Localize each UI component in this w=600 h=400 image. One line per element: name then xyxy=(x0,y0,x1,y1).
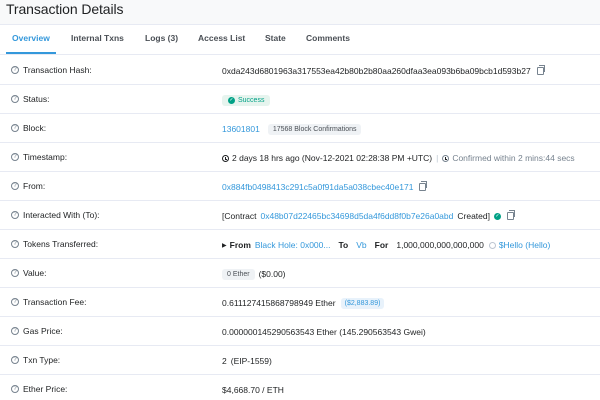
row-label: From: xyxy=(23,181,46,191)
row-label: Gas Price: xyxy=(23,326,63,336)
row-ether-price: ? Ether Price: $4,668.70 / ETH xyxy=(0,375,600,400)
row-timestamp: ? Timestamp: 2 days 18 hrs ago (Nov-12-2… xyxy=(0,143,600,172)
token-from-link[interactable]: Black Hole: 0x000... xyxy=(255,240,331,250)
row-label: Transaction Fee: xyxy=(23,297,87,307)
block-number-link[interactable]: 13601801 xyxy=(222,124,260,134)
caret-right-icon: ▶ xyxy=(222,242,227,249)
row-block: ? Block: 13601801 17568 Block Confirmati… xyxy=(0,114,600,143)
row-label: Tokens Transferred: xyxy=(23,239,99,249)
token-amount: 1,000,000,000,000,000 xyxy=(396,240,484,250)
help-icon[interactable]: ? xyxy=(11,356,19,364)
transaction-hash-value: 0xda243d6801963a317553ea42b80b2b80aa260d… xyxy=(222,66,531,76)
row-txn-type: ? Txn Type: 2 (EIP-1559) xyxy=(0,346,600,375)
tab-overview[interactable]: Overview xyxy=(12,33,50,43)
gas-price-value: 0.000000145290563543 Ether (145.29056354… xyxy=(222,327,426,337)
help-icon[interactable]: ? xyxy=(11,66,19,74)
row-value: $4,668.70 / ETH xyxy=(222,381,284,399)
row-transaction-hash: ? Transaction Hash: 0xda243d6801963a3175… xyxy=(0,56,600,85)
row-value: 2 days 18 hrs ago (Nov-12-2021 02:28:38 … xyxy=(222,149,575,167)
help-icon[interactable]: ? xyxy=(11,153,19,161)
check-circle-icon: ✓ xyxy=(228,96,235,104)
row-tokens-transferred: ? Tokens Transferred: ▶ From Black Hole:… xyxy=(0,230,600,259)
active-tab-indicator xyxy=(6,52,56,54)
row-label: Interacted With (To): xyxy=(23,210,100,220)
row-from: ? From: 0x884fb0498413c291c5a0f91da5a038… xyxy=(0,172,600,201)
ether-value-badge: 0 Ether xyxy=(222,268,255,280)
txn-type-label: (EIP-1559) xyxy=(230,356,272,366)
txn-type-value: 2 xyxy=(222,356,227,366)
timestamp-value: 2 days 18 hrs ago (Nov-12-2021 02:28:38 … xyxy=(232,153,433,163)
row-gas-price: ? Gas Price: 0.000000145290563543 Ether … xyxy=(0,317,600,346)
copy-icon[interactable] xyxy=(506,210,515,220)
tab-access-list[interactable]: Access List xyxy=(198,33,245,43)
to-label: To xyxy=(338,240,349,250)
tab-logs[interactable]: Logs (3) xyxy=(145,33,178,43)
tab-bar: Overview Internal Txns Logs (3) Access L… xyxy=(0,25,600,55)
row-value-ether: ? Value: 0 Ether ($0.00) xyxy=(0,259,600,288)
row-value: ▶ From Black Hole: 0x000... To Vb For 1,… xyxy=(222,236,550,254)
row-value: 0x884fb0498413c291c5a0f91da5a038cbec40e1… xyxy=(222,178,428,196)
confirmed-time: Confirmed within 2 mins:44 secs xyxy=(452,153,575,163)
token-to-link[interactable]: Vb xyxy=(356,240,366,250)
help-icon[interactable]: ? xyxy=(11,240,19,248)
row-status: ? Status: ✓ Success xyxy=(0,85,600,114)
tab-internal-txns[interactable]: Internal Txns xyxy=(71,33,124,43)
row-value: 2 (EIP-1559) xyxy=(222,352,272,370)
help-icon[interactable]: ? xyxy=(11,182,19,190)
row-value: 0.611127415868798949 Ether ($2,883.89) xyxy=(222,294,385,312)
usd-value: ($0.00) xyxy=(258,269,286,279)
divider: | xyxy=(436,153,439,163)
from-address-link[interactable]: 0x884fb0498413c291c5a0f91da5a038cbec40e1… xyxy=(222,182,413,192)
help-icon[interactable]: ? xyxy=(11,95,19,103)
row-value: ✓ Success xyxy=(222,91,271,109)
row-label: Timestamp: xyxy=(23,152,68,162)
status-text: Success xyxy=(238,96,265,104)
from-label: From xyxy=(229,240,251,250)
help-icon[interactable]: ? xyxy=(11,124,19,132)
ether-price-value: $4,668.70 / ETH xyxy=(222,385,284,395)
row-label: Transaction Hash: xyxy=(23,65,92,75)
help-icon[interactable]: ? xyxy=(11,298,19,306)
help-icon[interactable]: ? xyxy=(11,269,19,277)
contract-prefix: [Contract xyxy=(222,211,257,221)
verified-check-icon: ✓ xyxy=(493,212,501,220)
contract-suffix: Created] xyxy=(457,211,490,221)
help-icon[interactable]: ? xyxy=(11,385,19,393)
row-value: 0 Ether ($0.00) xyxy=(222,265,286,283)
copy-icon[interactable] xyxy=(536,65,545,75)
help-icon[interactable]: ? xyxy=(11,327,19,335)
help-icon[interactable]: ? xyxy=(11,211,19,219)
token-icon xyxy=(488,241,496,249)
row-value: [Contract 0x48b07d22465bc34698d5da4f6dd8… xyxy=(222,207,515,225)
clock-icon xyxy=(222,154,229,162)
copy-icon[interactable] xyxy=(419,181,428,191)
block-confirmations-badge: 17568 Block Confirmations xyxy=(267,123,362,135)
row-label: Ether Price: xyxy=(23,384,68,394)
clock-icon xyxy=(442,154,450,162)
row-label: Value: xyxy=(23,268,47,278)
fee-usd-badge: ($2,883.89) xyxy=(340,297,385,309)
fee-value: 0.611127415868798949 Ether xyxy=(222,298,336,308)
row-label: Block: xyxy=(23,123,47,133)
transaction-card: Overview Internal Txns Logs (3) Access L… xyxy=(0,24,600,400)
row-value: 0.000000145290563543 Ether (145.29056354… xyxy=(222,323,426,341)
for-label: For xyxy=(374,240,389,250)
token-name-link[interactable]: $Hello (Hello) xyxy=(499,240,551,250)
row-label: Txn Type: xyxy=(23,355,61,365)
row-value: 0xda243d6801963a317553ea42b80b2b80aa260d… xyxy=(222,62,545,80)
status-badge: ✓ Success xyxy=(222,94,271,106)
row-interacted-with: ? Interacted With (To): [Contract 0x48b0… xyxy=(0,201,600,230)
row-transaction-fee: ? Transaction Fee: 0.611127415868798949 … xyxy=(0,288,600,317)
row-value: 13601801 17568 Block Confirmations xyxy=(222,120,362,138)
row-label: Status: xyxy=(23,94,50,104)
tab-comments[interactable]: Comments xyxy=(306,33,350,43)
tab-state[interactable]: State xyxy=(265,33,286,43)
page-title: Transaction Details xyxy=(6,1,124,17)
contract-address-link[interactable]: 0x48b07d22465bc34698d5da4f6dd8f0b7e26a0a… xyxy=(261,211,454,221)
